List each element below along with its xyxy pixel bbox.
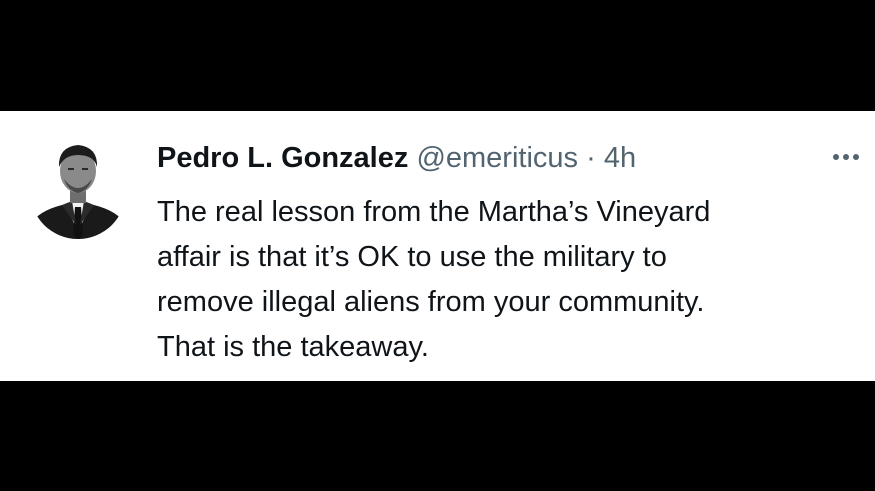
tweet-header: Pedro L. Gonzalez @emeriticus · 4h [157, 141, 636, 175]
more-dot [843, 154, 849, 160]
tweet-text-line: That is the takeaway. [157, 331, 429, 363]
more-horizontal-icon[interactable] [826, 149, 866, 165]
tweet-card[interactable]: Pedro L. Gonzalez @emeriticus · 4h The r… [0, 111, 875, 381]
author-handle[interactable]: @emeriticus [416, 142, 578, 174]
letterbox-bottom [0, 381, 875, 491]
avatar-photo-icon [30, 143, 126, 239]
tweet-text-line: The real lesson from the Martha’s Vineya… [157, 196, 711, 228]
header-separator: · [586, 142, 596, 174]
tweet-text-line: affair is that it’s OK to use the milita… [157, 241, 667, 273]
letterbox-top [0, 0, 875, 111]
more-dot [833, 154, 839, 160]
tweet-text-line: remove illegal aliens from your communit… [157, 286, 705, 318]
author-display-name[interactable]: Pedro L. Gonzalez [157, 142, 408, 174]
avatar[interactable] [28, 133, 128, 245]
tweet-text: The real lesson from the Martha’s Vineya… [157, 190, 857, 370]
tweet-timestamp[interactable]: 4h [604, 142, 636, 174]
more-dot [853, 154, 859, 160]
